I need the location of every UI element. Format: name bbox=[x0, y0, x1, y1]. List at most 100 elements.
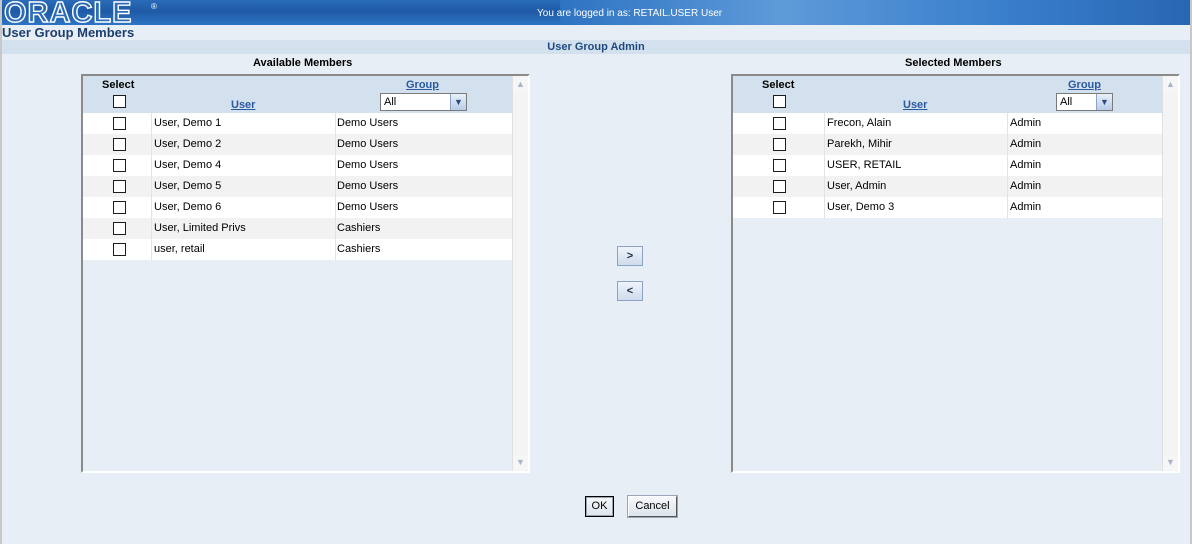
table-row[interactable]: User, Demo 4 Demo Users bbox=[83, 155, 512, 176]
chevron-down-icon[interactable]: ▼ bbox=[450, 94, 466, 110]
group-filter-select[interactable]: All ▼ bbox=[380, 93, 467, 111]
member-user-name: User, Demo 1 bbox=[154, 117, 222, 129]
select-all-selected-checkbox[interactable] bbox=[773, 95, 786, 108]
member-user-name: User, Demo 2 bbox=[154, 138, 222, 150]
member-user-name: User, Demo 5 bbox=[154, 180, 222, 192]
table-row[interactable]: User, Admin Admin bbox=[733, 176, 1162, 197]
column-divider bbox=[1007, 197, 1008, 218]
table-row[interactable]: Parekh, Mihir Admin bbox=[733, 134, 1162, 155]
member-group-name: Cashiers bbox=[337, 243, 381, 255]
column-divider bbox=[335, 134, 336, 155]
row-select-checkbox[interactable] bbox=[113, 138, 126, 151]
member-group-name: Demo Users bbox=[337, 138, 399, 150]
column-divider bbox=[151, 218, 152, 239]
column-divider bbox=[335, 113, 336, 134]
column-divider bbox=[151, 197, 152, 218]
column-divider bbox=[824, 176, 825, 197]
column-divider bbox=[335, 155, 336, 176]
scroll-down-icon[interactable]: ▼ bbox=[1163, 455, 1178, 470]
group-filter-select[interactable]: All ▼ bbox=[1056, 93, 1113, 111]
member-user-name: User, Admin bbox=[827, 180, 887, 192]
user-sort-link[interactable]: User bbox=[903, 99, 927, 111]
selected-scrollbar[interactable]: ▲ ▼ bbox=[1162, 76, 1178, 471]
group-sort-link[interactable]: Group bbox=[1068, 79, 1101, 91]
row-select-checkbox[interactable] bbox=[773, 180, 786, 193]
member-user-name: User, Demo 4 bbox=[154, 159, 222, 171]
select-column-label: Select bbox=[102, 79, 135, 91]
member-user-name: user, retail bbox=[154, 243, 205, 255]
column-divider bbox=[151, 134, 152, 155]
row-select-checkbox[interactable] bbox=[113, 180, 126, 193]
user-sort-link[interactable]: User bbox=[231, 99, 255, 111]
column-divider bbox=[824, 197, 825, 218]
member-group-name: Admin bbox=[1010, 159, 1042, 171]
row-select-checkbox[interactable] bbox=[113, 159, 126, 172]
group-filter-value: All bbox=[384, 96, 397, 108]
available-members-title: Available Members bbox=[253, 57, 353, 69]
column-divider bbox=[1007, 134, 1008, 155]
column-divider bbox=[335, 218, 336, 239]
available-scrollbar[interactable]: ▲ ▼ bbox=[512, 76, 528, 471]
member-group-name: Admin bbox=[1010, 201, 1042, 213]
row-select-checkbox[interactable] bbox=[113, 222, 126, 235]
available-member-list: User, Demo 1 Demo Users User, Demo 2 Demo U… bbox=[83, 113, 512, 260]
table-row[interactable]: user, retail Cashiers bbox=[83, 239, 512, 260]
selected-header: Select User Group All ▼ bbox=[733, 76, 1162, 113]
row-select-checkbox[interactable] bbox=[773, 159, 786, 172]
row-select-checkbox[interactable] bbox=[113, 243, 126, 256]
row-select-checkbox[interactable] bbox=[773, 138, 786, 151]
member-group-name: Demo Users bbox=[337, 201, 399, 213]
scroll-down-icon[interactable]: ▼ bbox=[513, 455, 528, 470]
selected-members-pane: Select User Group All ▼ Frecon, Alain Adm… bbox=[731, 74, 1180, 473]
table-row[interactable]: User, Demo 3 Admin bbox=[733, 197, 1162, 218]
column-divider bbox=[151, 155, 152, 176]
table-row[interactable]: User, Demo 5 Demo Users bbox=[83, 176, 512, 197]
logged-in-status: You are logged in as: RETAIL.USER User bbox=[537, 8, 723, 19]
member-group-name: Demo Users bbox=[337, 180, 399, 192]
header-banner: ORACLE ® You are logged in as: RETAIL.US… bbox=[0, 0, 1192, 30]
member-group-name: Admin bbox=[1010, 117, 1042, 129]
member-group-name: Admin bbox=[1010, 138, 1042, 150]
table-row[interactable]: User, Demo 2 Demo Users bbox=[83, 134, 512, 155]
row-select-checkbox[interactable] bbox=[113, 117, 126, 130]
scroll-up-icon[interactable]: ▲ bbox=[513, 77, 528, 92]
available-members-pane: Select User Group All ▼ User, Demo 1 Demo… bbox=[81, 74, 530, 473]
row-select-checkbox[interactable] bbox=[773, 201, 786, 214]
member-group-name: Admin bbox=[1010, 180, 1042, 192]
available-header: Select User Group All ▼ bbox=[83, 76, 512, 113]
row-select-checkbox[interactable] bbox=[113, 201, 126, 214]
table-row[interactable]: User, Limited Privs Cashiers bbox=[83, 218, 512, 239]
add-member-button[interactable]: > bbox=[617, 246, 643, 266]
row-select-checkbox[interactable] bbox=[773, 117, 786, 130]
column-divider bbox=[824, 155, 825, 176]
selected-members-title: Selected Members bbox=[905, 57, 1002, 69]
registered-mark: ® bbox=[151, 2, 157, 11]
column-divider bbox=[1007, 176, 1008, 197]
select-column-label: Select bbox=[762, 79, 795, 91]
member-user-name: User, Demo 3 bbox=[827, 201, 895, 213]
column-divider bbox=[335, 197, 336, 218]
member-group-name: Demo Users bbox=[337, 159, 399, 171]
member-group-name: Cashiers bbox=[337, 222, 381, 234]
column-divider bbox=[335, 176, 336, 197]
column-divider bbox=[824, 113, 825, 134]
table-row[interactable]: User, Demo 1 Demo Users bbox=[83, 113, 512, 134]
member-user-name: User, Limited Privs bbox=[154, 222, 246, 234]
table-row[interactable]: User, Demo 6 Demo Users bbox=[83, 197, 512, 218]
table-row[interactable]: USER, RETAIL Admin bbox=[733, 155, 1162, 176]
scroll-up-icon[interactable]: ▲ bbox=[1163, 77, 1178, 92]
selected-member-list: Frecon, Alain Admin Parekh, Mihir Admin USER… bbox=[733, 113, 1162, 218]
column-divider bbox=[151, 239, 152, 260]
column-divider bbox=[151, 113, 152, 134]
group-sort-link[interactable]: Group bbox=[406, 79, 439, 91]
select-all-available-checkbox[interactable] bbox=[113, 95, 126, 108]
column-divider bbox=[1007, 155, 1008, 176]
member-user-name: Frecon, Alain bbox=[827, 117, 892, 129]
chevron-down-icon[interactable]: ▼ bbox=[1096, 94, 1112, 110]
ok-button[interactable]: OK bbox=[585, 496, 614, 517]
remove-member-button[interactable]: < bbox=[617, 281, 643, 301]
table-row[interactable]: Frecon, Alain Admin bbox=[733, 113, 1162, 134]
cancel-button[interactable]: Cancel bbox=[628, 496, 677, 517]
group-filter-value: All bbox=[1060, 96, 1073, 108]
section-header: User Group Admin bbox=[2, 40, 1190, 54]
